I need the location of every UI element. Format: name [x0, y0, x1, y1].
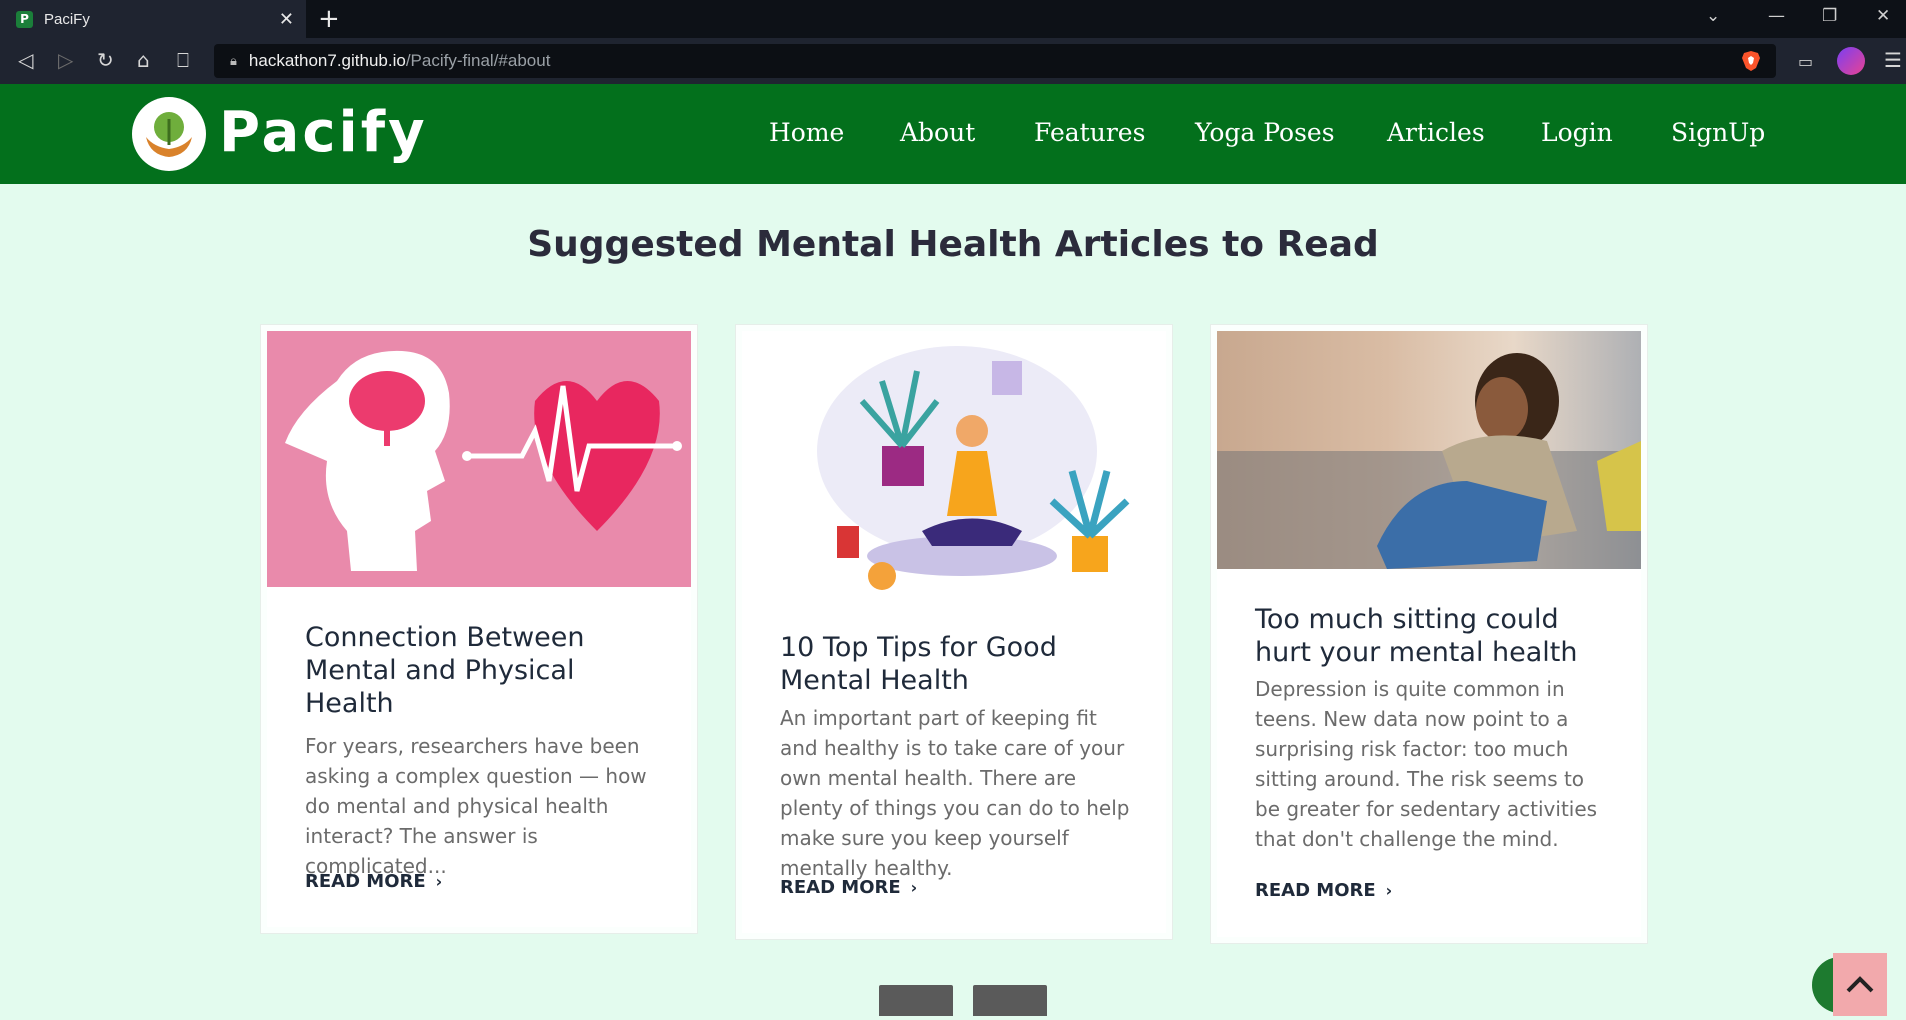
read-more-link[interactable]: READ MORE ›: [305, 871, 442, 892]
section-heading: Suggested Mental Health Articles to Read: [527, 224, 1379, 265]
teen-sitting-photo: [1217, 331, 1641, 569]
browser-tab-bar: P PaciFy ✕ + ⌄ — ❐ ✕: [0, 0, 1906, 38]
article-text: For years, researchers have been asking …: [305, 734, 647, 878]
home-icon[interactable]: ⌂: [137, 47, 150, 73]
carousel-prev-button[interactable]: [879, 985, 953, 1016]
logo-text[interactable]: Pacify: [219, 100, 428, 165]
lock-icon: 🔒︎: [230, 53, 237, 69]
article-text: An important part of keeping fit and hea…: [780, 706, 1130, 880]
address-bar[interactable]: 🔒︎ hackathon7.github.io/Pacify-final/#ab…: [214, 44, 1776, 78]
nav-signup[interactable]: SignUp: [1671, 118, 1765, 147]
site-favicon-icon: P: [16, 10, 33, 28]
back-to-top-button[interactable]: [1812, 953, 1887, 1016]
reload-icon[interactable]: ↻: [97, 47, 114, 73]
article-text: Depression is quite common in teens. New…: [1255, 677, 1598, 851]
restore-icon[interactable]: ❐: [1822, 6, 1837, 26]
tab-title: PaciFy: [44, 10, 90, 28]
wallet-icon[interactable]: ▭: [1798, 52, 1813, 71]
brave-shields-icon[interactable]: [1740, 50, 1762, 72]
nav-login[interactable]: Login: [1541, 118, 1613, 147]
close-tab-icon[interactable]: ✕: [279, 9, 294, 30]
minimize-icon[interactable]: —: [1768, 6, 1785, 26]
bookmark-icon[interactable]: ⎕: [177, 47, 189, 73]
article-title: 10 Top Tips for Good Mental Health: [780, 632, 1057, 696]
article-card: Connection Between Mental and Physical H…: [261, 325, 697, 933]
site-header: Pacify Home About Features Yoga Poses Ar…: [0, 84, 1906, 184]
browser-tab[interactable]: P PaciFy ✕: [0, 0, 306, 38]
chevron-right-icon: ›: [1385, 881, 1393, 900]
browser-toolbar: ◁ ▷ ↻ ⌂ ⎕ 🔒︎ hackathon7.github.io/Pacify…: [0, 38, 1906, 84]
close-window-icon[interactable]: ✕: [1876, 6, 1890, 26]
profile-avatar[interactable]: [1837, 47, 1865, 75]
nav-about[interactable]: About: [900, 118, 975, 147]
read-more-label: READ MORE: [1255, 880, 1376, 901]
url-host: hackathon7.github.io: [248, 51, 406, 70]
url-path: /Pacify-final/#about: [405, 51, 551, 70]
menu-icon[interactable]: ☰: [1884, 48, 1902, 72]
back-icon[interactable]: ◁: [18, 47, 33, 73]
nav-home[interactable]: Home: [769, 118, 844, 147]
article-card: 10 Top Tips for Good Mental Health An im…: [736, 325, 1172, 939]
nav-features[interactable]: Features: [1034, 118, 1145, 147]
article-title: Too much sitting could hurt your mental …: [1255, 604, 1578, 668]
brain-heart-image: [267, 331, 691, 587]
carousel-next-button[interactable]: [973, 985, 1047, 1016]
logo-icon[interactable]: [132, 97, 206, 171]
meditation-plants-image: [742, 331, 1166, 601]
forward-icon[interactable]: ▷: [58, 47, 73, 73]
read-more-label: READ MORE: [780, 877, 901, 898]
read-more-label: READ MORE: [305, 871, 426, 892]
article-card: Too much sitting could hurt your mental …: [1211, 325, 1647, 943]
read-more-link[interactable]: READ MORE ›: [780, 877, 917, 898]
tab-list-chevron-icon[interactable]: ⌄: [1706, 6, 1720, 26]
nav-articles[interactable]: Articles: [1387, 118, 1485, 147]
chevron-right-icon: ›: [435, 872, 443, 891]
article-title: Connection Between Mental and Physical H…: [305, 622, 585, 719]
read-more-link[interactable]: READ MORE ›: [1255, 880, 1392, 901]
chevron-right-icon: ›: [910, 878, 918, 897]
nav-yoga-poses[interactable]: Yoga Poses: [1195, 118, 1335, 147]
new-tab-icon[interactable]: +: [318, 4, 340, 34]
